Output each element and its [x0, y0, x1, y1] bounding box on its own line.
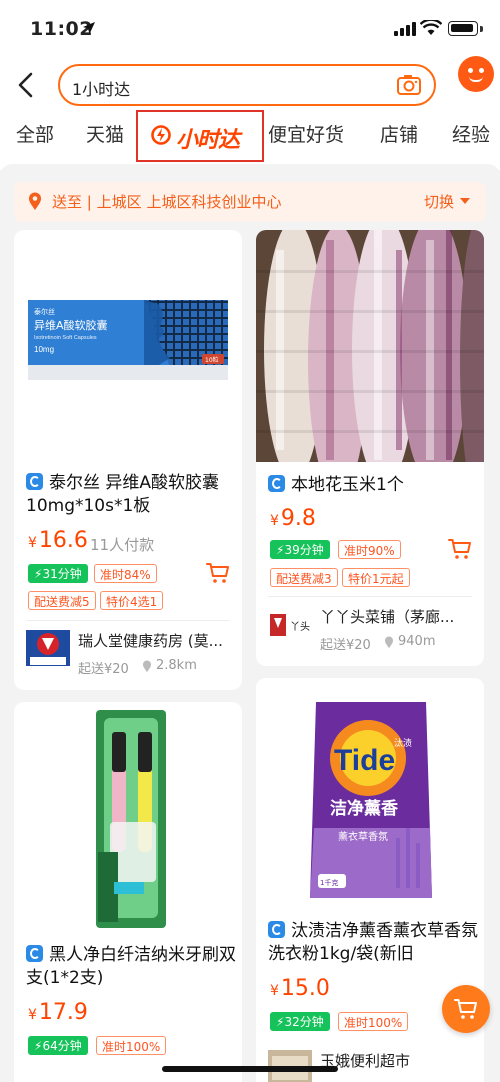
tab-hour-delivery[interactable]: 小时达: [176, 122, 240, 154]
more-menu-button[interactable]: [458, 56, 494, 92]
distance-pin-icon: [385, 636, 393, 648]
store-logo: [26, 630, 70, 666]
ontime-badge: 准时90%: [338, 540, 401, 559]
tab-shops[interactable]: 店铺: [380, 120, 418, 147]
search-input[interactable]: 1小时达: [72, 76, 130, 100]
detergent-bag-image: Tide 汰渍 洁净薰香 薰衣草香氛 1千克: [256, 678, 484, 910]
paid-count: 11人付款: [90, 536, 155, 554]
svg-text:10mg: 10mg: [34, 345, 54, 354]
store-logo: 丫头: [268, 608, 312, 644]
store-name[interactable]: 瑞人堂健康药房 (莫...: [78, 630, 238, 651]
delivery-time-badge: ⚡32分钟: [270, 1012, 330, 1031]
product-price: ¥16.6: [28, 528, 88, 553]
back-arrow-icon[interactable]: [14, 70, 38, 100]
tab-experience[interactable]: 经验: [452, 120, 490, 147]
distance-pin-icon: [143, 660, 151, 672]
svg-text:泰尔丝: 泰尔丝: [34, 307, 55, 316]
product-price: ¥15.0: [270, 976, 330, 1001]
svg-text:洁净薰香: 洁净薰香: [330, 798, 398, 819]
delivery-time-badge: ⚡31分钟: [28, 564, 88, 583]
product-card-1[interactable]: 泰尔丝 异维A酸软胶囊 Isotretinoin Soft Capsules 1…: [14, 230, 242, 690]
product-image: 泰尔丝 异维A酸软胶囊 Isotretinoin Soft Capsules 1…: [14, 230, 242, 458]
search-bar[interactable]: 1小时达: [58, 64, 436, 106]
product-price: ¥9.8: [270, 506, 316, 531]
svg-text:异维A酸软胶囊: 异维A酸软胶囊: [34, 318, 108, 332]
e-store-icon: [268, 475, 285, 492]
promo-badge: 配送费减5: [28, 591, 96, 610]
header: 11:02 1小时达 全部 天猫 便宜好货 店铺 经验 小时达: [0, 0, 500, 170]
cart-floating-button[interactable]: [442, 985, 490, 1033]
cellular-signal-icon: [394, 22, 416, 36]
divider: [26, 620, 230, 621]
ontime-badge: 准时84%: [94, 564, 157, 583]
product-card-2[interactable]: 本地花玉米1个 ¥9.8 ⚡39分钟 准时90% 配送费减3 特价1元起 丫头 …: [256, 230, 484, 666]
toothbrush-image: [14, 702, 242, 934]
product-title[interactable]: 本地花玉米1个: [268, 474, 478, 497]
e-store-icon: [268, 921, 285, 938]
product-title[interactable]: 汰渍洁净薰香薰衣草香氛洗衣粉1kg/袋(新旧: [268, 920, 478, 966]
delivery-address-bar[interactable]: 送至 | 上城区 上城区科技创业中心 切换: [14, 182, 486, 222]
store-name[interactable]: 玉娥便利超市: [320, 1050, 478, 1071]
tab-bargains[interactable]: 便宜好货: [268, 120, 344, 147]
caret-down-icon: [460, 198, 470, 204]
tab-tmall[interactable]: 天猫: [86, 120, 124, 147]
product-price: ¥17.9: [28, 1000, 88, 1025]
e-store-icon: [26, 945, 43, 962]
svg-text:汰渍: 汰渍: [394, 737, 412, 749]
switch-address-button[interactable]: 切换: [424, 191, 454, 212]
ontime-badge: 准时100%: [338, 1012, 409, 1031]
ontime-badge: 准时100%: [96, 1036, 167, 1055]
battery-icon: [448, 21, 478, 36]
page: 11:02 1小时达 全部 天猫 便宜好货 店铺 经验 小时达 送至 | 上城区…: [0, 0, 500, 1082]
svg-text:1千克: 1千克: [320, 878, 338, 887]
svg-text:Tide: Tide: [334, 744, 395, 777]
svg-text:10粒: 10粒: [205, 356, 219, 364]
medicine-box-image: 泰尔丝 异维A酸软胶囊 Isotretinoin Soft Capsules 1…: [28, 300, 228, 380]
e-store-icon: [26, 473, 43, 490]
divider: [268, 596, 472, 597]
delivery-time-badge: ⚡39分钟: [270, 540, 330, 559]
location-pin-icon: [29, 192, 41, 210]
status-bar: 11:02: [0, 0, 500, 56]
promo-badge: 特价1元起: [342, 568, 410, 587]
promo-badge: 配送费减3: [270, 568, 338, 587]
cart-icon: [454, 999, 477, 1019]
delivery-time-badge: ⚡64分钟: [28, 1036, 88, 1055]
svg-text:薰衣草香氛: 薰衣草香氛: [338, 830, 388, 843]
add-to-cart-icon[interactable]: [206, 562, 230, 584]
svg-text:Isotretinoin Soft Capsules: Isotretinoin Soft Capsules: [34, 335, 97, 341]
corn-image: [256, 230, 484, 462]
product-title[interactable]: 泰尔丝 异维A酸软胶囊 10mg*10s*1板: [26, 472, 236, 518]
location-arrow-icon: [83, 22, 95, 34]
wifi-icon: [420, 20, 442, 35]
lightning-clock-icon: [151, 125, 171, 145]
store-name[interactable]: 丫丫头菜铺（茅廊...: [320, 606, 478, 627]
svg-text:丫头: 丫头: [290, 621, 310, 633]
battery-cap: [480, 26, 483, 32]
add-to-cart-icon[interactable]: [448, 538, 472, 560]
tab-all[interactable]: 全部: [16, 120, 54, 147]
home-indicator[interactable]: [162, 1066, 338, 1072]
store-min-order: 起送¥20: [78, 662, 129, 677]
product-title[interactable]: 黑人净白纤洁纳米牙刷双支(1*2支): [26, 944, 236, 990]
camera-icon[interactable]: [396, 73, 422, 97]
product-card-3[interactable]: 黑人净白纤洁纳米牙刷双支(1*2支) ¥17.9 ⚡64分钟 准时100%: [14, 702, 242, 1082]
store-distance: 2.8km: [156, 658, 197, 673]
store-distance: 940m: [398, 634, 436, 649]
store-min-order: 起送¥20: [320, 638, 371, 653]
promo-badge: 特价4选1: [100, 591, 164, 610]
address-text: 送至 | 上城区 上城区科技创业中心: [52, 193, 282, 211]
